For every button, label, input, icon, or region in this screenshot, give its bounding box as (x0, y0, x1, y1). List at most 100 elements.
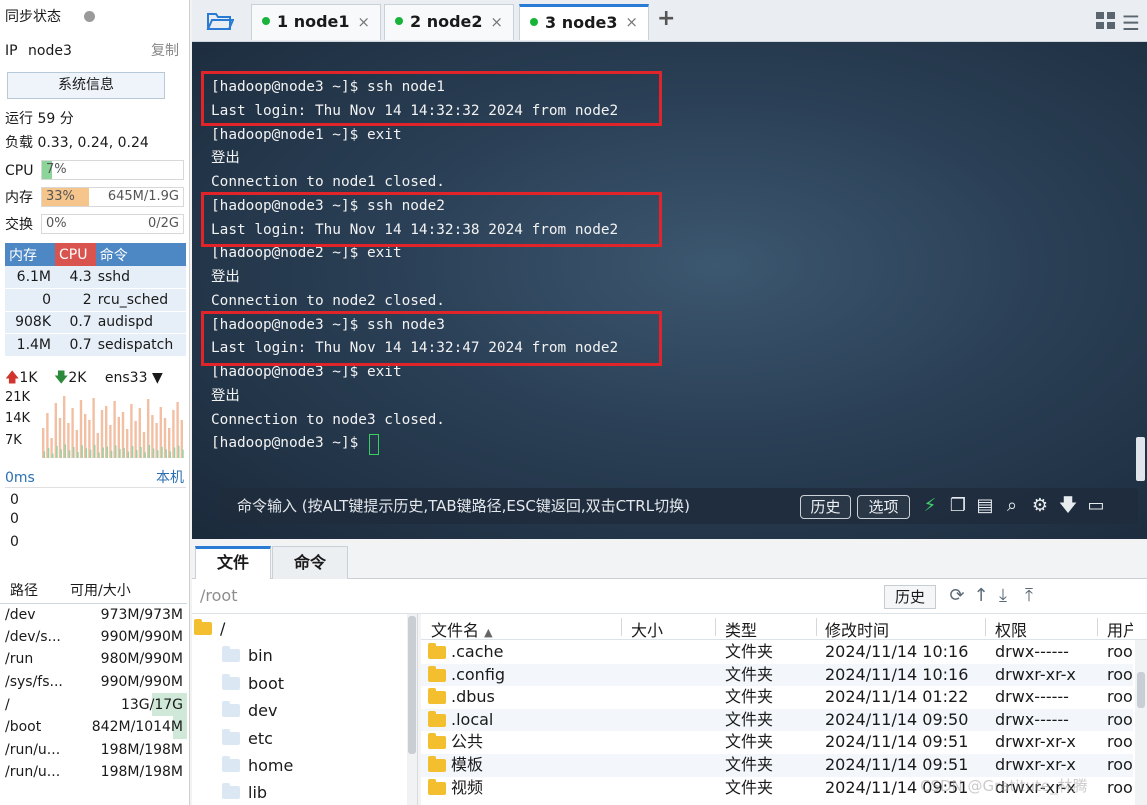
tree-item[interactable]: lib (222, 782, 267, 804)
table-row[interactable]: 公共 文件夹 2024/11/14 09:51 drwxr-xr-x roo (421, 731, 1133, 754)
layout-grid-icon[interactable] (1096, 12, 1116, 34)
net-download-bar (182, 449, 184, 458)
memory-usage: 645M/1.9G (107, 189, 179, 204)
net-download-bar (89, 449, 92, 458)
open-folder-icon[interactable] (206, 9, 235, 37)
table-row[interactable]: .cache 文件夹 2024/11/14 10:16 drwx------ roo (421, 641, 1133, 664)
terminal-line: [hadoop@node3 ~]$ (211, 435, 367, 452)
download-icon[interactable]: ⤓ (992, 584, 1014, 608)
table-row[interactable]: /run 980M/990M (0, 648, 187, 671)
arrow-down-icon[interactable]: 🡇 (1056, 494, 1080, 518)
close-icon[interactable]: × (625, 7, 638, 38)
net-download-bar (152, 448, 155, 458)
net-download-bar (119, 448, 121, 458)
table-row[interactable]: /dev 973M/973M (0, 603, 187, 626)
table-row[interactable]: 6.1M 4.3 sshd (5, 266, 186, 289)
terminal-scrollbar[interactable] (1136, 437, 1145, 481)
copy-icon[interactable]: ❐ (946, 494, 970, 518)
proc-cpu: 0.7 (55, 333, 96, 357)
file-user: roo (1107, 777, 1133, 797)
file-list-scrollbar[interactable] (1135, 640, 1147, 805)
terminal-line: [hadoop@node1 ~]$ exit (211, 126, 402, 143)
tree-item[interactable]: home (222, 755, 293, 777)
disk-header-size[interactable]: 可用/大小 (70, 577, 187, 604)
add-tab-button[interactable]: + (657, 6, 675, 31)
tree-scrollbar[interactable] (407, 614, 417, 805)
disk-path: /run/u... (5, 741, 61, 758)
col-header-mtime[interactable]: 修改时间 (825, 617, 889, 641)
paste-icon[interactable]: ▤ (973, 494, 997, 518)
proc-cmd: rcu_sched (95, 288, 186, 312)
network-interface-select[interactable]: ens33 ▼ (105, 370, 163, 386)
gear-icon[interactable]: ⚙ (1028, 494, 1052, 518)
table-row[interactable]: /run/u... 198M/198M (0, 761, 187, 784)
lightning-icon[interactable]: ⚡ (918, 494, 942, 518)
up-directory-icon[interactable]: ↑ (970, 584, 992, 608)
table-row[interactable]: .config 文件夹 2024/11/14 10:16 drwxr-xr-x roo (421, 663, 1133, 687)
file-mtime: 2024/11/14 09:51 (825, 755, 969, 774)
net-down-value: 2K (68, 370, 87, 386)
net-download-bar (127, 451, 130, 458)
disk-size: 198M/198M (100, 741, 183, 758)
tab-node1[interactable]: 1 node1 × (251, 4, 381, 40)
table-row[interactable]: 0 2 rcu_sched (5, 288, 186, 312)
table-row[interactable]: 908K 0.7 audispd (5, 311, 186, 334)
tree-item[interactable]: etc (222, 728, 273, 750)
tab-commands[interactable]: 命令 (272, 546, 348, 579)
table-row[interactable]: /dev/s... 990M/990M (0, 626, 187, 649)
tree-item[interactable]: bin (222, 645, 273, 667)
sync-status-indicator-icon (84, 11, 95, 22)
tab-label: 2 node2 (410, 12, 483, 31)
system-info-button[interactable]: 系统信息 (7, 72, 165, 99)
path-input[interactable]: /root (200, 586, 237, 605)
tab-files[interactable]: 文件 (195, 546, 271, 579)
table-row[interactable]: / 13G/17G (0, 693, 187, 716)
table-row[interactable]: /run/u... 198M/198M (0, 739, 187, 762)
col-header-name[interactable]: 文件名 ▲ (431, 617, 493, 641)
disk-size: 973M/973M (100, 606, 183, 623)
disk-header-path[interactable]: 路径 (0, 577, 70, 604)
col-header-size[interactable]: 大小 (631, 617, 663, 641)
command-input-hint[interactable]: 命令输入 (按ALT键提示历史,TAB键路径,ESC键返回,双击CTRL切换) (237, 488, 690, 524)
close-icon[interactable]: × (357, 5, 370, 39)
table-row[interactable]: /boot 842M/1014M (0, 715, 187, 739)
window-icon[interactable]: ▭ (1084, 494, 1108, 518)
terminal-output[interactable]: [hadoop@node3 ~]$ ssh node1 Last login: T… (192, 42, 1147, 539)
col-header-type[interactable]: 类型 (725, 617, 757, 641)
options-button[interactable]: 选项 (857, 495, 910, 519)
path-history-button[interactable]: 历史 (884, 585, 936, 609)
table-row[interactable]: 1.4M 0.7 sedispatch (5, 333, 186, 357)
upload-icon[interactable]: ⤒ (1018, 584, 1040, 608)
col-header-perm[interactable]: 权限 (995, 617, 1027, 641)
file-type: 文件夹 (725, 755, 774, 774)
latency-host[interactable]: 本机 (156, 467, 184, 489)
tree-item-label: boot (248, 674, 285, 693)
search-icon[interactable]: ⌕ (1000, 494, 1024, 518)
command-input-bar[interactable]: 命令输入 (按ALT键提示历史,TAB键路径,ESC键返回,双击CTRL切换) … (220, 488, 1138, 524)
tab-label: 3 node3 (545, 13, 618, 32)
file-perm: drwx------ (995, 687, 1069, 707)
table-row[interactable]: .dbus 文件夹 2024/11/14 01:22 drwx------ roo (421, 686, 1133, 709)
menu-icon[interactable]: ☰ (1122, 11, 1140, 35)
table-row[interactable]: .local 文件夹 2024/11/14 09:50 drwx------ roo (421, 708, 1133, 732)
history-button[interactable]: 历史 (800, 495, 851, 519)
terminal-line: 登出 (211, 150, 240, 167)
highlight-box-node1 (201, 71, 662, 126)
tree-item[interactable]: dev (222, 700, 277, 722)
proc-header-cpu[interactable]: CPU (55, 243, 96, 266)
file-type: 文件夹 (725, 709, 774, 729)
net-download-bar (156, 450, 159, 458)
table-row[interactable]: 模板 文件夹 2024/11/14 09:51 drwxr-xr-x roo (421, 754, 1133, 777)
table-row[interactable]: /sys/fs... 990M/990M (0, 671, 187, 694)
refresh-icon[interactable]: ⟳ (946, 584, 968, 608)
copy-ip-button[interactable]: 复制 (151, 40, 179, 62)
proc-header-cmd[interactable]: 命令 (95, 243, 186, 266)
proc-cmd: sshd (95, 266, 186, 289)
tree-item[interactable]: boot (222, 673, 284, 695)
tree-item-root[interactable]: / (194, 618, 225, 640)
tab-node2[interactable]: 2 node2 × (384, 4, 514, 40)
proc-header-mem[interactable]: 内存 (5, 243, 56, 266)
col-header-user[interactable]: 用户 (1107, 617, 1133, 641)
tab-node3[interactable]: 3 node3 × (519, 4, 649, 40)
close-icon[interactable]: × (490, 5, 503, 39)
